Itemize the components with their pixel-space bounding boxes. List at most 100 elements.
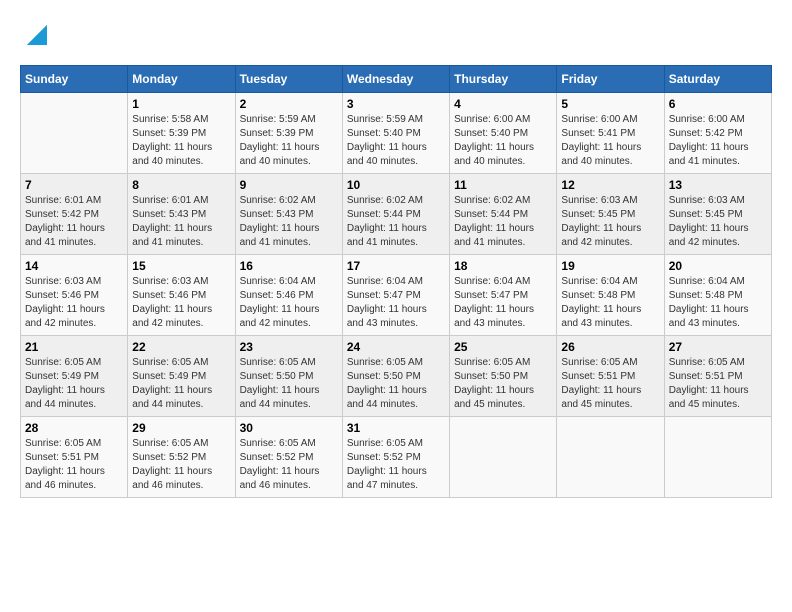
cell-info: Sunrise: 6:03 AMSunset: 5:46 PMDaylight:… [132,275,230,331]
calendar-header-row: SundayMondayTuesdayWednesdayThursdayFrid… [21,65,772,92]
cell-info: Sunrise: 6:05 AMSunset: 5:51 PMDaylight:… [669,356,767,412]
calendar-cell: 23Sunrise: 6:05 AMSunset: 5:50 PMDayligh… [235,335,342,416]
calendar-cell [450,416,557,497]
day-number: 6 [669,97,767,111]
cell-info: Sunrise: 5:59 AMSunset: 5:39 PMDaylight:… [240,113,338,169]
day-number: 31 [347,421,445,435]
week-row-1: 7 Sunrise: 6:01 AMSunset: 5:42 PMDaylight… [21,173,772,254]
cell-info: Sunrise: 6:03 AMSunset: 5:46 PMDaylight:… [25,275,123,331]
cell-info: Sunrise: 6:00 AMSunset: 5:42 PMDaylight:… [669,113,767,169]
day-number: 11 [454,178,552,192]
day-number: 26 [561,340,659,354]
week-row-0: 1Sunrise: 5:58 AMSunset: 5:39 PMDaylight… [21,92,772,173]
col-header-friday: Friday [557,65,664,92]
calendar-cell: 24 Sunrise: 6:05 AMSunset: 5:50 PMDayligh… [342,335,449,416]
logo-icon [22,20,52,50]
col-header-wednesday: Wednesday [342,65,449,92]
calendar-cell: 6 Sunrise: 6:00 AMSunset: 5:42 PMDaylight… [664,92,771,173]
cell-info: Sunrise: 6:04 AMSunset: 5:46 PMDaylight:… [240,275,338,331]
calendar-cell: 8 Sunrise: 6:01 AMSunset: 5:43 PMDaylight… [128,173,235,254]
logo-text [20,20,52,55]
week-row-2: 14 Sunrise: 6:03 AMSunset: 5:46 PMDayligh… [21,254,772,335]
calendar-cell: 19Sunrise: 6:04 AMSunset: 5:48 PMDayligh… [557,254,664,335]
cell-info: Sunrise: 6:04 AMSunset: 5:48 PMDaylight:… [561,275,659,331]
cell-info: Sunrise: 6:02 AMSunset: 5:44 PMDaylight:… [454,194,552,250]
cell-info: Sunrise: 6:05 AMSunset: 5:49 PMDaylight:… [132,356,230,412]
day-number: 14 [25,259,123,273]
calendar-cell: 7 Sunrise: 6:01 AMSunset: 5:42 PMDaylight… [21,173,128,254]
cell-info: Sunrise: 6:05 AMSunset: 5:50 PMDaylight:… [347,356,445,412]
calendar-cell: 12 Sunrise: 6:03 AMSunset: 5:45 PMDayligh… [557,173,664,254]
page-header [20,20,772,55]
cell-info: Sunrise: 6:04 AMSunset: 5:47 PMDaylight:… [347,275,445,331]
calendar-cell: 20Sunrise: 6:04 AMSunset: 5:48 PMDayligh… [664,254,771,335]
day-number: 25 [454,340,552,354]
calendar-cell: 13Sunrise: 6:03 AMSunset: 5:45 PMDayligh… [664,173,771,254]
cell-info: Sunrise: 6:01 AMSunset: 5:43 PMDaylight:… [132,194,230,250]
logo [20,20,52,55]
col-header-monday: Monday [128,65,235,92]
calendar-cell: 22 Sunrise: 6:05 AMSunset: 5:49 PMDayligh… [128,335,235,416]
day-number: 29 [132,421,230,435]
calendar-cell: 15 Sunrise: 6:03 AMSunset: 5:46 PMDayligh… [128,254,235,335]
day-number: 28 [25,421,123,435]
calendar-cell: 10 Sunrise: 6:02 AMSunset: 5:44 PMDayligh… [342,173,449,254]
day-number: 27 [669,340,767,354]
cell-info: Sunrise: 6:01 AMSunset: 5:42 PMDaylight:… [25,194,123,250]
col-header-tuesday: Tuesday [235,65,342,92]
calendar-cell: 26 Sunrise: 6:05 AMSunset: 5:51 PMDayligh… [557,335,664,416]
calendar-cell: 28 Sunrise: 6:05 AMSunset: 5:51 PMDayligh… [21,416,128,497]
calendar-cell: 1Sunrise: 5:58 AMSunset: 5:39 PMDaylight… [128,92,235,173]
calendar-cell [664,416,771,497]
day-number: 7 [25,178,123,192]
day-number: 5 [561,97,659,111]
calendar-cell: 2 Sunrise: 5:59 AMSunset: 5:39 PMDaylight… [235,92,342,173]
calendar-cell: 11 Sunrise: 6:02 AMSunset: 5:44 PMDayligh… [450,173,557,254]
calendar-cell: 30 Sunrise: 6:05 AMSunset: 5:52 PMDayligh… [235,416,342,497]
calendar-cell: 27 Sunrise: 6:05 AMSunset: 5:51 PMDayligh… [664,335,771,416]
cell-info: Sunrise: 6:05 AMSunset: 5:51 PMDaylight:… [25,437,123,493]
calendar-cell: 17 Sunrise: 6:04 AMSunset: 5:47 PMDayligh… [342,254,449,335]
day-number: 17 [347,259,445,273]
cell-info: Sunrise: 6:00 AMSunset: 5:41 PMDaylight:… [561,113,659,169]
calendar-cell: 5 Sunrise: 6:00 AMSunset: 5:41 PMDaylight… [557,92,664,173]
calendar-cell: 18 Sunrise: 6:04 AMSunset: 5:47 PMDayligh… [450,254,557,335]
cell-info: Sunrise: 6:05 AMSunset: 5:52 PMDaylight:… [347,437,445,493]
cell-info: Sunrise: 6:04 AMSunset: 5:47 PMDaylight:… [454,275,552,331]
day-number: 22 [132,340,230,354]
cell-info: Sunrise: 5:58 AMSunset: 5:39 PMDaylight:… [132,113,230,169]
cell-info: Sunrise: 6:03 AMSunset: 5:45 PMDaylight:… [561,194,659,250]
day-number: 21 [25,340,123,354]
calendar-cell: 14 Sunrise: 6:03 AMSunset: 5:46 PMDayligh… [21,254,128,335]
day-number: 9 [240,178,338,192]
cell-info: Sunrise: 6:05 AMSunset: 5:51 PMDaylight:… [561,356,659,412]
day-number: 15 [132,259,230,273]
cell-info: Sunrise: 6:02 AMSunset: 5:44 PMDaylight:… [347,194,445,250]
calendar-cell: 31 Sunrise: 6:05 AMSunset: 5:52 PMDayligh… [342,416,449,497]
calendar-table: SundayMondayTuesdayWednesdayThursdayFrid… [20,65,772,498]
calendar-cell: 25Sunrise: 6:05 AMSunset: 5:50 PMDayligh… [450,335,557,416]
day-number: 30 [240,421,338,435]
day-number: 3 [347,97,445,111]
calendar-cell: 4 Sunrise: 6:00 AMSunset: 5:40 PMDaylight… [450,92,557,173]
week-row-4: 28 Sunrise: 6:05 AMSunset: 5:51 PMDayligh… [21,416,772,497]
col-header-sunday: Sunday [21,65,128,92]
cell-info: Sunrise: 6:05 AMSunset: 5:52 PMDaylight:… [240,437,338,493]
cell-info: Sunrise: 6:05 AMSunset: 5:50 PMDaylight:… [240,356,338,412]
calendar-cell: 9Sunrise: 6:02 AMSunset: 5:43 PMDaylight… [235,173,342,254]
day-number: 4 [454,97,552,111]
calendar-cell: 3Sunrise: 5:59 AMSunset: 5:40 PMDaylight… [342,92,449,173]
day-number: 12 [561,178,659,192]
day-number: 16 [240,259,338,273]
cell-info: Sunrise: 6:00 AMSunset: 5:40 PMDaylight:… [454,113,552,169]
col-header-saturday: Saturday [664,65,771,92]
cell-info: Sunrise: 6:05 AMSunset: 5:49 PMDaylight:… [25,356,123,412]
day-number: 18 [454,259,552,273]
calendar-cell: 16 Sunrise: 6:04 AMSunset: 5:46 PMDayligh… [235,254,342,335]
day-number: 10 [347,178,445,192]
calendar-cell [557,416,664,497]
day-number: 2 [240,97,338,111]
calendar-cell: 29Sunrise: 6:05 AMSunset: 5:52 PMDayligh… [128,416,235,497]
day-number: 24 [347,340,445,354]
day-number: 8 [132,178,230,192]
